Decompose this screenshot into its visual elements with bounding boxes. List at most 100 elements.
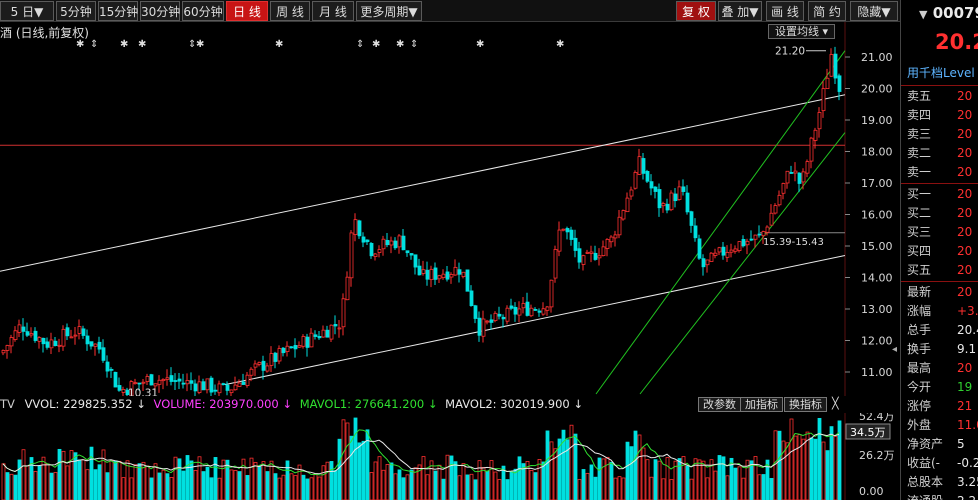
quote-value: 19 <box>957 380 973 394</box>
candle-body <box>817 112 822 130</box>
close-icon[interactable]: ╳ <box>828 397 843 412</box>
candle-body <box>185 380 190 385</box>
volume-bar <box>669 479 674 500</box>
volume-bar <box>497 479 502 500</box>
candle-body <box>405 250 410 254</box>
stat-row: 涨停 21 <box>907 397 978 415</box>
stat-row: 换手 9.1 <box>907 340 978 358</box>
candle-body <box>333 324 338 327</box>
period-button-0[interactable]: 5 日▼ <box>0 1 54 21</box>
candle-body <box>349 232 354 279</box>
toolbar-right-button-3[interactable]: 简 约 <box>808 1 846 21</box>
volume-bar <box>465 474 470 500</box>
volume-bar <box>137 463 142 500</box>
period-button-4[interactable]: 60分钟 <box>182 1 224 21</box>
toolbar-right-button-0[interactable]: 复 权 <box>676 1 716 21</box>
candle-body <box>837 75 842 92</box>
volume-bar <box>445 454 450 500</box>
edit-params-button[interactable]: 改参数 <box>698 397 741 412</box>
candle-body <box>813 129 818 141</box>
volume-bar <box>457 475 462 500</box>
candle-body <box>645 171 650 182</box>
candle-body <box>461 271 466 278</box>
candle-body <box>33 330 38 341</box>
dropdown-triangle-icon[interactable]: ▼ <box>919 8 927 21</box>
candle-body <box>777 194 782 206</box>
volume-bar <box>113 460 118 500</box>
quote-label: 涨停 <box>907 399 932 413</box>
y-tick-label: 15.00 <box>861 240 893 253</box>
candle-body <box>385 239 390 246</box>
candle-body <box>465 269 470 292</box>
quote-value: 11.04 <box>957 418 978 432</box>
period-button-5[interactable]: 日 线 <box>226 1 268 21</box>
quote-label: 买五 <box>907 263 932 277</box>
volume-bar <box>649 476 654 500</box>
quote-label: 最高 <box>907 361 932 375</box>
level2-link[interactable]: 用千档Level <box>907 64 975 81</box>
quote-value: 20 <box>957 361 973 375</box>
volume-bar <box>353 417 358 500</box>
candle-body <box>413 254 418 268</box>
candle-body <box>173 380 178 382</box>
volume-bar <box>545 430 550 500</box>
volume-bar <box>801 438 806 500</box>
y-tick-label: 21.00 <box>861 51 893 64</box>
y-tick-label: 17.00 <box>861 177 893 190</box>
period-button-3[interactable]: 30分钟 <box>140 1 180 21</box>
quote-value: 20 <box>957 127 973 141</box>
candle-body <box>141 381 146 384</box>
candle-body <box>285 345 290 352</box>
candle-body <box>145 376 150 382</box>
candle-body <box>297 345 302 348</box>
toolbar-right-button-1[interactable]: 叠 加▼ <box>718 1 762 21</box>
volume-bar <box>345 422 350 500</box>
candle-body <box>301 336 306 347</box>
ma-setting-button[interactable]: 设置均线 ▾ <box>768 24 836 39</box>
period-button-1[interactable]: 5分钟 <box>56 1 96 21</box>
event-marker: ✱ <box>138 39 146 50</box>
candle-body <box>725 252 730 258</box>
candle-body <box>789 172 794 174</box>
candle-body <box>805 161 810 174</box>
quote-label: 买三 <box>907 225 932 239</box>
candle-body <box>721 246 726 256</box>
candle-body <box>329 324 334 340</box>
candle-body <box>417 265 422 276</box>
stock-code: ▼ 000799 <box>919 4 978 22</box>
volume-bar <box>589 464 594 500</box>
candlestick-chart[interactable]: 21.00 20.00 19.00 18.00 17.00 16.00 15.00 14.00… <box>0 22 900 396</box>
toolbar-right-button-4[interactable]: 隐藏▼ <box>850 1 898 21</box>
candle-body <box>273 352 278 362</box>
switch-indicator-button[interactable]: 换指标 <box>784 397 827 412</box>
volume-bar <box>217 477 222 500</box>
quote-value: 20 <box>957 225 973 239</box>
volume-bar <box>333 470 338 500</box>
candle-body <box>81 328 86 336</box>
period-button-8[interactable]: 更多周期▼ <box>356 1 422 21</box>
scroll-right-icon: ◂ <box>892 344 897 355</box>
candle-body <box>345 276 350 301</box>
period-button-7[interactable]: 月 线 <box>312 1 354 21</box>
period-button-6[interactable]: 周 线 <box>270 1 310 21</box>
volume-bar <box>717 455 722 500</box>
candle-body <box>241 381 246 385</box>
quote-value: -0.2 <box>957 456 978 470</box>
volume-bar <box>233 470 238 500</box>
volume-bar <box>209 477 214 500</box>
candle-body <box>829 54 834 77</box>
bid-row: 买一 20 <box>907 185 978 203</box>
volume-bar <box>205 466 210 500</box>
toolbar-right-button-2[interactable]: 画 线 <box>766 1 804 21</box>
volume-bar <box>469 473 474 500</box>
period-button-2[interactable]: 15分钟 <box>98 1 138 21</box>
quote-value: 3.25 <box>957 475 978 489</box>
candle-body <box>517 308 522 316</box>
volume-bar <box>349 435 354 500</box>
volume-bar <box>665 457 670 500</box>
candle-body <box>101 347 106 361</box>
candle-body <box>113 371 118 388</box>
add-indicator-button[interactable]: 加指标 <box>740 397 783 412</box>
volume-bar <box>733 467 738 500</box>
candle-body <box>117 385 122 391</box>
